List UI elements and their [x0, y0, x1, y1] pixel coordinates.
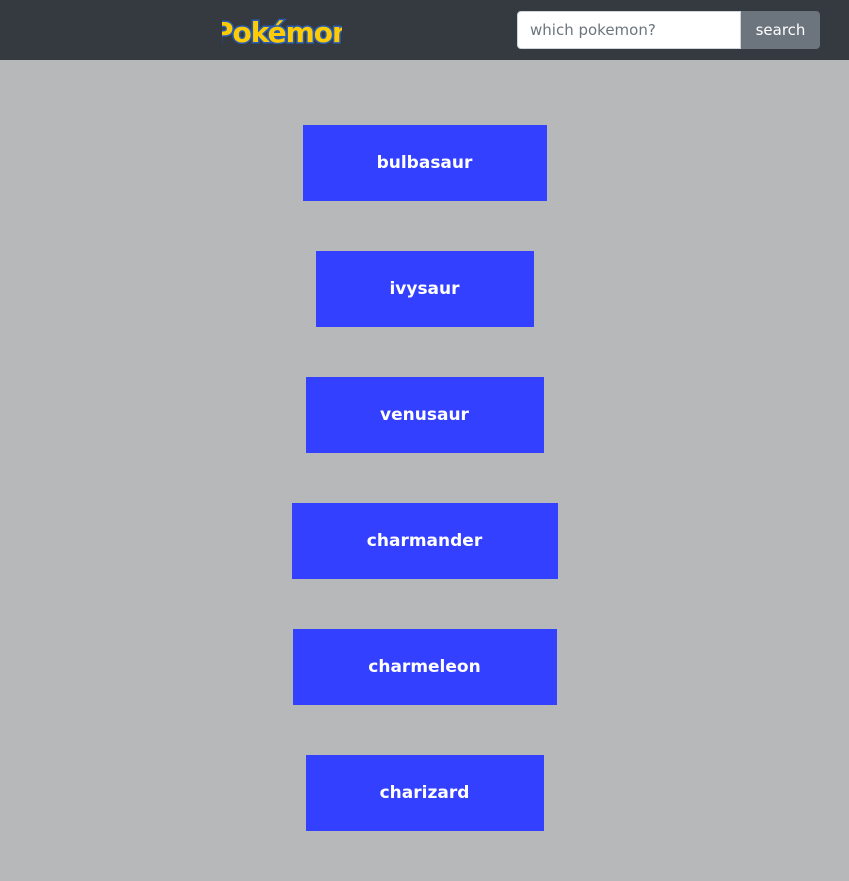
pokemon-logo-text: Pokémon [222, 16, 342, 49]
pokemon-item-charizard[interactable]: charizard [305, 755, 544, 831]
pokemon-item-ivysaur[interactable]: ivysaur [315, 251, 534, 327]
pokemon-item-bulbasaur[interactable]: bulbasaur [302, 125, 547, 201]
pokemon-item-venusaur[interactable]: venusaur [305, 377, 544, 453]
search-input[interactable] [517, 11, 741, 49]
pokemon-item-charmander[interactable]: charmander [291, 503, 558, 579]
pokemon-logo-graphic: Pokémon [222, 15, 342, 51]
search-button[interactable]: search [741, 11, 820, 49]
pokemon-logo[interactable]: Pokémon [222, 6, 342, 54]
navbar: Pokémon search [0, 0, 849, 60]
pokemon-item-charmeleon[interactable]: charmeleon [292, 629, 557, 705]
pokemon-list: bulbasaur ivysaur venusaur charmander ch… [0, 125, 849, 881]
